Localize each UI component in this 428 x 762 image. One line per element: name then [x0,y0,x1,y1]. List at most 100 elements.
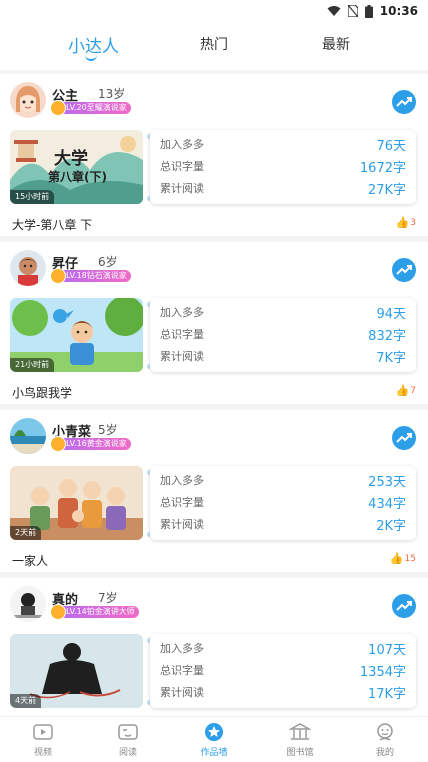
cover-subtitle: 第八章(下) [48,170,107,184]
stat-label: 加入多多 [160,138,204,151]
work-thumbnail[interactable]: 大学 第八章(下) 15小时前 [10,130,143,204]
stat-value: 94天 [376,306,406,322]
post-card[interactable]: 昇仔 6岁 LV.18钻石演说家 21小时前 加入多多 94天 总识字量 832… [0,242,428,404]
stat-reading: 累计阅读 7K字 [160,346,406,366]
stat-value: 76天 [376,138,406,154]
app-screen: 10:36 小达人 热门 最新 公主 13岁 LV.20至耀演说家 大学 第八章… [0,0,428,762]
nav-label: 图书馆 [286,748,314,758]
profile-icon [377,723,393,741]
nav-label: 作品墙 [200,748,228,758]
works-feed[interactable]: 公主 13岁 LV.20至耀演说家 大学 第八章(下) 15小时前 加入多多 7… [0,70,428,716]
time-ago: 2天前 [10,526,42,540]
like-button[interactable]: 👍15 [390,552,416,565]
stat-reading: 累计阅读 17K字 [160,682,406,702]
like-count: 15 [404,554,416,564]
post-card[interactable]: 小青菜 5岁 LV.16黄金演说家 2天前 加入多多 253天 总识字量 434… [0,410,428,572]
work-title[interactable]: 小鸟跟我学 [12,384,72,401]
post-card[interactable]: 真的 7岁 LV.14铂金演讲大师 4天前 加入多多 107天 总识字量 135… [0,578,428,716]
like-button[interactable]: 👍3 [396,216,416,229]
stat-value: 2K字 [376,518,406,534]
video-icon [33,724,53,740]
stat-words: 总识字量 434字 [160,492,406,512]
battery-icon [364,4,373,18]
nav-works-wall[interactable]: 作品墙 [184,721,244,758]
stat-label: 累计阅读 [160,350,204,363]
status-bar: 10:36 [0,0,428,22]
stat-value: 17K字 [367,686,406,702]
trend-up-icon[interactable] [392,258,416,282]
user-age: 5岁 [98,423,118,437]
stat-value: 1354字 [359,664,406,680]
user-age: 13岁 [98,87,126,101]
nav-video[interactable]: 视频 [13,721,73,758]
level-badge: LV.18钻石演说家 [50,268,131,284]
stat-reading: 累计阅读 2K字 [160,514,406,534]
stat-joined: 加入多多 253天 [160,470,406,490]
stat-label: 加入多多 [160,474,204,487]
thumbs-up-icon: 👍 [395,216,410,229]
stat-label: 总识字量 [160,664,204,677]
nav-profile[interactable]: 我的 [355,721,415,758]
no-sim-icon [347,5,358,17]
stat-value: 1672字 [359,160,406,176]
like-count: 7 [410,386,416,396]
avatar[interactable] [10,250,46,286]
time-ago: 21小时前 [10,358,55,372]
stat-label: 累计阅读 [160,686,204,699]
stats-panel: 加入多多 94天 总识字量 832字 累计阅读 7K字 [150,298,416,372]
work-thumbnail[interactable]: 2天前 [10,466,143,540]
level-badge: LV.14铂金演讲大师 [50,604,139,620]
work-title[interactable]: 大学-第八章 下 [12,216,92,233]
user-age: 6岁 [98,255,118,269]
trend-up-icon[interactable] [392,594,416,618]
work-thumbnail[interactable]: 4天前 [10,634,143,708]
stat-words: 总识字量 1354字 [160,660,406,680]
top-tab-bar: 小达人 热门 最新 [0,22,428,70]
time-ago: 4天前 [10,694,42,708]
stats-panel: 加入多多 253天 总识字量 434字 累计阅读 2K字 [150,466,416,540]
stat-value: 434字 [368,496,406,512]
stat-label: 加入多多 [160,642,204,655]
stats-panel: 加入多多 76天 总识字量 1672字 累计阅读 27K字 [150,130,416,204]
nav-reading[interactable]: 阅读 [98,721,158,758]
trend-up-icon[interactable] [392,426,416,450]
stat-joined: 加入多多 76天 [160,134,406,154]
status-time: 10:36 [379,4,418,18]
post-card[interactable]: 公主 13岁 LV.20至耀演说家 大学 第八章(下) 15小时前 加入多多 7… [0,74,428,236]
like-button[interactable]: 👍7 [396,384,416,397]
stat-value: 832字 [368,328,406,344]
thumbs-up-icon: 👍 [395,384,410,397]
stat-value: 107天 [368,642,406,658]
nav-label: 阅读 [118,748,137,758]
stat-value: 7K字 [376,350,406,366]
stat-label: 总识字量 [160,160,204,173]
level-badge: LV.16黄金演说家 [50,436,131,452]
work-title[interactable]: 一家人 [12,552,48,569]
level-badge: LV.20至耀演说家 [50,100,131,116]
like-count: 3 [410,218,416,228]
tab-hot[interactable]: 热门 [200,34,228,54]
stat-value: 253天 [368,474,406,490]
stat-reading: 累计阅读 27K字 [160,178,406,198]
user-age: 7岁 [98,591,118,605]
stat-words: 总识字量 1672字 [160,156,406,176]
nav-library[interactable]: 图书馆 [270,721,330,758]
tab-latest[interactable]: 最新 [322,34,350,54]
thumbs-up-icon: 👍 [389,552,404,565]
star-badge-icon [205,723,223,741]
avatar[interactable] [10,586,46,622]
stat-words: 总识字量 832字 [160,324,406,344]
stat-label: 总识字量 [160,328,204,341]
tab-talent[interactable]: 小达人 [68,32,119,57]
book-icon [118,724,138,740]
avatar[interactable] [10,82,46,118]
trend-up-icon[interactable] [392,90,416,114]
nav-label: 我的 [375,748,394,758]
library-icon [289,723,311,740]
stat-label: 总识字量 [160,496,204,509]
stat-label: 加入多多 [160,306,204,319]
nav-label: 视频 [33,748,52,758]
avatar[interactable] [10,418,46,454]
work-thumbnail[interactable]: 21小时前 [10,298,143,372]
stat-value: 27K字 [367,182,406,198]
